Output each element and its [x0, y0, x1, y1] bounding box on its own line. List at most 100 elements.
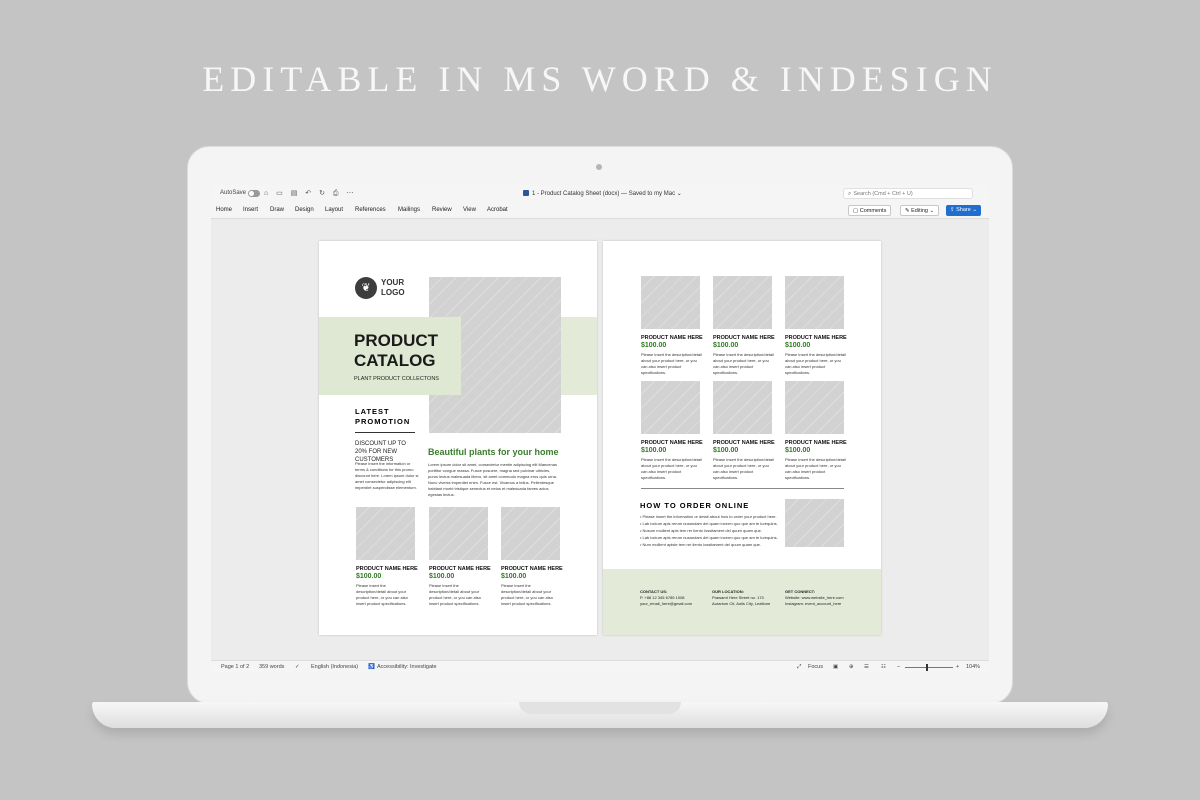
tab-review[interactable]: Review — [432, 207, 452, 213]
product-desc: Please insert the description/detail abo… — [785, 457, 846, 480]
page-count[interactable]: Page 1 of 2 — [221, 664, 249, 670]
product-name: PRODUCT NAME HERE — [785, 335, 847, 341]
page-2[interactable]: PRODUCT NAME HERE $100.00 Please insert … — [603, 241, 881, 635]
list-item: Please insert the information or detail … — [640, 513, 778, 520]
tab-insert[interactable]: Insert — [243, 207, 258, 213]
promo-text: Please insert the information or terms &… — [355, 461, 419, 490]
headline: EDITABLE IN MS WORD & INDESIGN — [202, 59, 998, 99]
list-item: Lab ioctum apis rerum nusandam del quam … — [640, 534, 778, 541]
tab-mailings[interactable]: Mailings — [398, 207, 420, 213]
tab-home[interactable]: Home — [216, 207, 232, 213]
share-label: Share — [956, 207, 971, 213]
autosave-label: AutoSave — [220, 190, 247, 196]
list-item: Nosum mollient apis tem rer liento lossi… — [640, 527, 778, 534]
body-text: Lorem ipsum dolor sit amet, consectetur … — [428, 462, 557, 497]
word-window: AutoSave ⌂ ▭ ▤ ↶ ↻ ⎙ ⋯ 1 - Product Catal… — [211, 185, 989, 673]
connect-heading: GET CONNECT: — [785, 589, 815, 594]
product-price: $100.00 — [785, 342, 811, 349]
zoom-level[interactable]: 104% — [966, 664, 980, 670]
product-image-placeholder[interactable] — [785, 276, 844, 329]
order-image-placeholder[interactable] — [785, 499, 844, 547]
product-image-placeholder[interactable] — [641, 381, 700, 434]
autosave-toggle[interactable] — [248, 190, 260, 197]
list-item: Num mollient apiste tem rer liento lossi… — [640, 541, 778, 548]
document-title[interactable]: 1 - Product Catalog Sheet (docx) — Saved… — [523, 190, 682, 197]
focus-icon: ⤢ — [797, 664, 802, 670]
product-image-placeholder[interactable] — [713, 381, 772, 434]
comments-label: Comments — [859, 208, 887, 214]
product-price: $100.00 — [641, 447, 667, 454]
instagram-text: Instagram: event_account_here — [785, 601, 842, 606]
catalog-title: PRODUCT CATALOG — [354, 331, 439, 370]
product-price: $100.00 — [641, 342, 667, 349]
tab-references[interactable]: References — [355, 207, 386, 213]
tab-acrobat[interactable]: Acrobat — [487, 207, 508, 213]
phone-text: P. +88 12 345 6789 1008 — [640, 595, 685, 600]
draft-view-icon[interactable]: ☷ — [881, 664, 886, 670]
comment-icon: ▢ — [853, 208, 860, 214]
tab-view[interactable]: View — [463, 207, 476, 213]
share-button[interactable]: ⇪ Share ⌄ — [946, 205, 981, 216]
search-icon: ⌕ — [848, 191, 852, 197]
zoom-in-button[interactable]: + — [956, 664, 959, 670]
editing-button[interactable]: ✎ Editing ⌄ — [900, 205, 940, 216]
product-price: $100.00 — [429, 573, 455, 580]
accessibility-icon: ♿ — [368, 664, 375, 670]
laptop-notch — [519, 702, 681, 714]
page-1[interactable]: ❦ YOUR LOGO PRODUCT CATALOG PLANT PRODUC… — [319, 241, 597, 635]
camera-dot — [596, 164, 602, 170]
quick-access-icons[interactable]: ⌂ ▭ ▤ ↶ ↻ ⎙ ⋯ — [264, 189, 356, 198]
tab-design[interactable]: Design — [295, 207, 314, 213]
zoom-slider-handle[interactable] — [926, 664, 928, 671]
product-image-placeholder[interactable] — [501, 507, 560, 560]
product-image-placeholder[interactable] — [641, 276, 700, 329]
connect-column: GET CONNECT: Website: www.website_here.c… — [785, 589, 857, 607]
zoom-out-button[interactable]: – — [897, 664, 900, 670]
accessibility-status[interactable]: Accessibility: Investigate — [377, 664, 437, 670]
email-text: your_email_here@gmail.com — [640, 601, 693, 606]
focus-button[interactable]: Focus — [808, 664, 823, 670]
product-image-placeholder[interactable] — [785, 381, 844, 434]
product-price: $100.00 — [785, 447, 811, 454]
divider — [355, 432, 415, 433]
product-name: PRODUCT NAME HERE — [429, 566, 491, 572]
word-count[interactable]: 359 words — [259, 664, 284, 670]
product-price: $100.00 — [501, 573, 527, 580]
list-item: Lab ioctum apis rerum nusandam del quam … — [640, 520, 778, 527]
word-doc-icon — [523, 190, 529, 196]
search-input[interactable]: ⌕ Search (Cmd + Ctrl + U) — [843, 188, 973, 199]
document-title-text: 1 - Product Catalog Sheet (docx) — Saved… — [532, 191, 682, 197]
product-image-placeholder[interactable] — [356, 507, 415, 560]
product-desc: Please insert the description/detail abo… — [641, 457, 702, 480]
search-placeholder: Search (Cmd + Ctrl + U) — [853, 191, 913, 197]
tab-layout[interactable]: Layout — [325, 207, 343, 213]
divider — [641, 488, 844, 489]
product-desc: Please insert the description/detail abo… — [429, 583, 481, 606]
product-name: PRODUCT NAME HERE — [785, 440, 847, 446]
proofing-icon[interactable]: ✓ — [295, 664, 300, 670]
product-name: PRODUCT NAME HERE — [713, 335, 775, 341]
tab-draw[interactable]: Draw — [270, 207, 284, 213]
title-bar: AutoSave ⌂ ▭ ▤ ↶ ↻ ⎙ ⋯ 1 - Product Catal… — [211, 185, 989, 203]
editing-label: Editing — [911, 208, 928, 214]
product-desc: Please insert the description/detail abo… — [713, 457, 774, 480]
outline-view-icon[interactable]: ☰ — [864, 664, 869, 670]
product-name: PRODUCT NAME HERE — [641, 335, 703, 341]
contact-column: CONTACT US: P. +88 12 345 6789 1008 your… — [640, 589, 700, 607]
website-text: Website: www.website_here.com — [785, 595, 844, 600]
comments-button[interactable]: ▢ Comments — [848, 205, 892, 216]
contact-heading: CONTACT US: — [640, 589, 668, 594]
product-image-placeholder[interactable] — [713, 276, 772, 329]
product-name: PRODUCT NAME HERE — [641, 440, 703, 446]
product-desc: Please insert the description/detail abo… — [641, 352, 702, 375]
zoom-slider[interactable] — [905, 667, 953, 668]
product-price: $100.00 — [356, 573, 382, 580]
product-image-placeholder[interactable] — [429, 507, 488, 560]
ribbon-tabs: Home Insert Draw Design Layout Reference… — [211, 203, 989, 219]
print-layout-icon[interactable]: ▣ — [833, 664, 838, 670]
product-name: PRODUCT NAME HERE — [356, 566, 418, 572]
language-status[interactable]: English (Indonesia) — [311, 664, 358, 670]
logo-text: YOUR LOGO — [381, 278, 405, 297]
web-layout-icon[interactable]: ⊕ — [849, 664, 854, 670]
order-heading: HOW TO ORDER ONLINE — [640, 501, 750, 510]
